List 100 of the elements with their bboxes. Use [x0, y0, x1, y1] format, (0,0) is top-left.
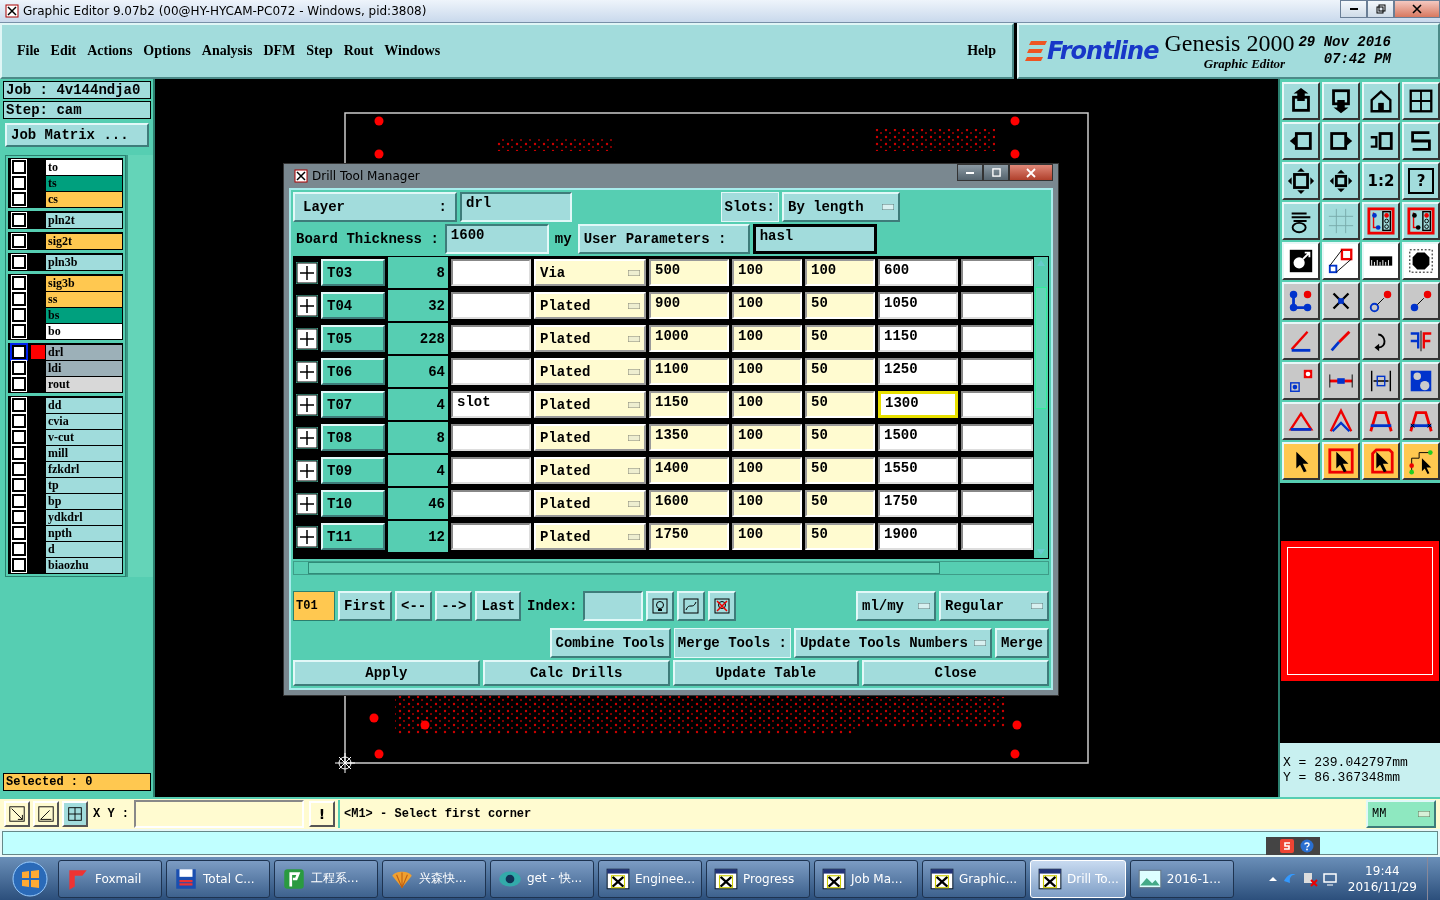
layer-checkbox[interactable] — [12, 478, 26, 492]
plus-box-icon[interactable] — [296, 525, 318, 548]
table-cell[interactable]: 100 — [732, 490, 802, 517]
table-cell[interactable]: 1250 — [878, 358, 958, 385]
layer-checkbox[interactable] — [12, 324, 26, 338]
table-cell[interactable]: 50 — [805, 523, 875, 550]
units-dropdown[interactable]: ml/my — [856, 591, 936, 621]
table-cell[interactable]: 100 — [805, 259, 875, 286]
toolbar-button[interactable] — [1322, 162, 1360, 200]
toolbar-button[interactable] — [1282, 402, 1320, 440]
toolbar-button[interactable] — [1362, 202, 1400, 240]
menu-item[interactable]: File — [12, 43, 46, 59]
layer-checkbox[interactable] — [12, 308, 26, 322]
type-dropdown[interactable]: Plated — [534, 325, 646, 352]
toolbar-button[interactable] — [1322, 282, 1360, 320]
menu-item[interactable]: Options — [138, 43, 197, 59]
bulb-button[interactable] — [646, 591, 675, 621]
table-cell[interactable]: 1600 — [649, 490, 729, 517]
toolbar-button[interactable] — [1402, 122, 1440, 160]
toolbar-button[interactable] — [1362, 402, 1400, 440]
layer-checkbox[interactable] — [12, 160, 26, 174]
layer-name[interactable]: d — [46, 541, 123, 557]
layer-name[interactable]: ts — [46, 175, 123, 191]
table-cell[interactable]: 100 — [732, 292, 802, 319]
toolbar-button[interactable] — [1402, 282, 1440, 320]
combine-tools-button[interactable]: Combine Tools — [549, 628, 671, 658]
layer-checkbox[interactable] — [12, 213, 26, 227]
table-cell[interactable]: 1750 — [878, 490, 958, 517]
table-cell[interactable]: 100 — [732, 358, 802, 385]
thickness-field[interactable]: 1600 — [444, 224, 549, 254]
toolbar-button[interactable] — [1402, 242, 1440, 280]
toolbar-button[interactable] — [1282, 242, 1320, 280]
layer-checkbox[interactable] — [12, 276, 26, 290]
user-parameters-button[interactable]: User Parameters : — [577, 224, 750, 254]
layer-checkbox[interactable] — [12, 430, 26, 444]
layer-name[interactable]: v-cut — [46, 429, 123, 445]
help-icon[interactable] — [1300, 839, 1314, 853]
table-cell[interactable]: 50 — [805, 457, 875, 484]
layer-checkbox[interactable] — [12, 494, 26, 508]
tool-button[interactable]: T08 — [321, 424, 385, 451]
table-cell[interactable] — [961, 523, 1033, 550]
tool-button[interactable]: T09 — [321, 457, 385, 484]
plus-box-icon[interactable] — [296, 294, 318, 317]
table-cell[interactable]: 1750 — [649, 523, 729, 550]
action-button[interactable]: Close — [862, 660, 1049, 686]
clock[interactable]: 19:44 2016/11/29 — [1347, 862, 1417, 895]
layer-name[interactable]: bs — [46, 307, 123, 323]
layer-checkbox[interactable] — [12, 414, 26, 428]
layer-name[interactable]: tp — [46, 477, 123, 493]
tool-button[interactable]: T04 — [321, 292, 385, 319]
menu-item[interactable]: Rout — [338, 43, 380, 59]
toolbar-button[interactable] — [1322, 122, 1360, 160]
maximize-button[interactable] — [983, 164, 1009, 181]
layer-checkbox[interactable] — [12, 255, 26, 269]
plus-box-icon[interactable] — [296, 327, 318, 350]
network-flag-icon[interactable] — [1301, 870, 1318, 887]
taskbar-button[interactable]: 2016-1... — [1129, 859, 1234, 898]
scroll-thumb[interactable] — [1035, 286, 1047, 409]
tool-button[interactable]: T03 — [321, 259, 385, 286]
toolbar-button[interactable] — [1362, 282, 1400, 320]
table-cell[interactable] — [451, 424, 531, 451]
table-cell[interactable]: 100 — [732, 424, 802, 451]
table-cell[interactable]: 1000 — [649, 325, 729, 352]
table-cell[interactable] — [451, 457, 531, 484]
layer-name[interactable]: to — [46, 159, 123, 175]
last-button[interactable]: Last — [475, 591, 522, 621]
table-cell[interactable]: 100 — [732, 325, 802, 352]
layer-name[interactable]: cvia — [46, 413, 123, 429]
menu-item[interactable]: Windows — [379, 43, 447, 59]
table-cell[interactable]: 1550 — [878, 457, 958, 484]
action-button[interactable]: Calc Drills — [482, 660, 670, 686]
tool-button[interactable]: T05 — [321, 325, 385, 352]
layer-checkbox[interactable] — [12, 361, 26, 375]
type-dropdown[interactable]: Plated — [534, 457, 646, 484]
taskbar-button[interactable]: 工程系... — [274, 859, 378, 898]
layer-checkbox[interactable] — [12, 377, 26, 391]
table-cell[interactable]: 100 — [732, 523, 802, 550]
table-cell[interactable]: 50 — [805, 358, 875, 385]
toolbar-button[interactable] — [1362, 242, 1400, 280]
toolbar-button[interactable] — [1362, 442, 1400, 480]
table-cell[interactable]: 1900 — [878, 523, 958, 550]
layer-checkbox[interactable] — [12, 234, 26, 248]
table-cell[interactable]: 50 — [805, 292, 875, 319]
taskbar-button[interactable]: Foxmail — [58, 859, 162, 898]
table-cell[interactable]: 50 — [805, 391, 875, 418]
table-cell[interactable] — [961, 292, 1033, 319]
table-cell[interactable] — [961, 457, 1033, 484]
plus-box-icon[interactable] — [296, 393, 318, 416]
layer-name[interactable]: npth — [46, 525, 123, 541]
layer-checkbox[interactable] — [12, 345, 26, 359]
mode-dropdown[interactable]: Regular — [939, 591, 1049, 621]
layer-name[interactable]: mill — [46, 445, 123, 461]
toolbar-button[interactable] — [1322, 362, 1360, 400]
tool-button[interactable]: T11 — [321, 523, 385, 550]
menu-item[interactable]: Edit — [45, 43, 83, 59]
type-dropdown[interactable]: Plated — [534, 292, 646, 319]
layer-checkbox[interactable] — [12, 176, 26, 190]
toolbar-button[interactable] — [1402, 82, 1440, 120]
taskbar-button[interactable]: Progress — [706, 859, 810, 898]
toolbar-button[interactable] — [1402, 322, 1440, 360]
